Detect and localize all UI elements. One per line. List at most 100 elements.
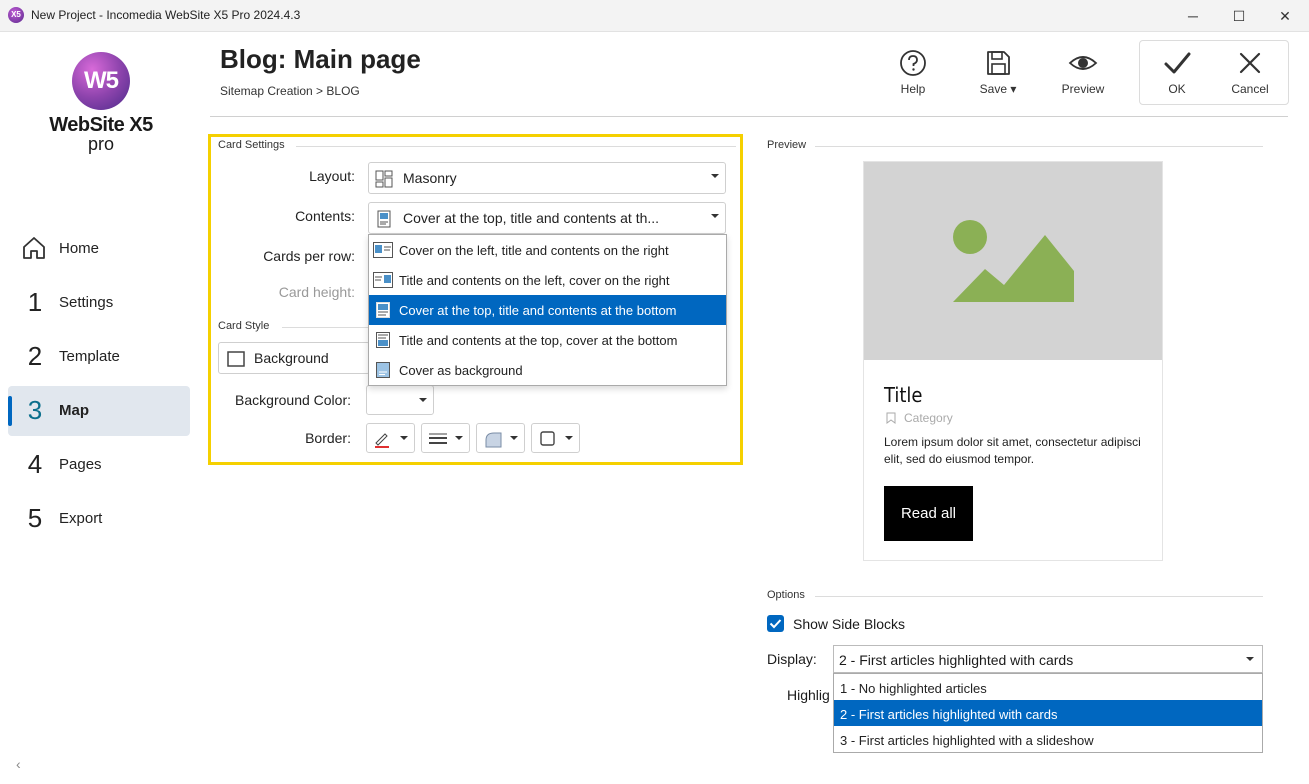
nav-label-template: Template <box>59 348 120 365</box>
card-style-group-label: Card Style <box>218 320 270 332</box>
show-side-blocks-checkbox[interactable] <box>767 615 784 632</box>
nav-item-pages[interactable]: 4 Pages <box>8 440 190 490</box>
preview-label: Preview <box>1061 82 1105 96</box>
pencil-icon <box>375 433 389 448</box>
group-divider <box>815 146 1263 147</box>
chevron-down-icon <box>1246 657 1254 661</box>
nav-label-settings: Settings <box>59 294 114 311</box>
show-side-blocks-label[interactable]: Show Side Blocks <box>793 616 905 632</box>
nav-label-home: Home <box>59 240 100 257</box>
nav-number: 2 <box>27 341 43 371</box>
home-icon <box>23 237 45 259</box>
background-type-select[interactable]: Background <box>218 342 370 374</box>
option-text: Cover on the left, title and contents on… <box>399 243 669 258</box>
rounded-corner-icon <box>485 432 502 448</box>
nav-item-map[interactable]: 3 Map <box>8 386 190 436</box>
contents-option-cover-top[interactable]: Cover at the top, title and contents at … <box>369 295 726 325</box>
chevron-down-icon <box>455 436 463 440</box>
nav-item-export[interactable]: 5 Export <box>8 494 190 544</box>
preview-button[interactable]: Preview <box>1048 42 1118 102</box>
line-width-icon <box>429 433 447 444</box>
contents-value: Cover at the top, title and contents at … <box>403 210 660 226</box>
cover-top-icon <box>376 302 390 318</box>
display-option-2[interactable]: 2 - First articles highlighted with card… <box>834 700 1262 726</box>
card-settings-group-label: Card Settings <box>218 139 285 151</box>
layout-select[interactable]: Masonry <box>368 162 726 194</box>
square-icon <box>540 431 555 446</box>
display-select[interactable]: 2 - First articles highlighted with card… <box>833 645 1263 673</box>
nav-label-map: Map <box>59 402 89 419</box>
help-icon <box>900 50 926 76</box>
app-logo: W5 <box>72 52 130 110</box>
nav-number: 4 <box>27 449 43 479</box>
layout-value: Masonry <box>403 170 457 186</box>
border-width-picker[interactable] <box>421 423 470 453</box>
chevron-down-icon <box>510 436 518 440</box>
cover-left-icon <box>373 242 393 258</box>
active-indicator <box>8 396 12 426</box>
card-height-label: Card height: <box>278 284 355 300</box>
contents-option-cover-background[interactable]: Cover as background <box>369 355 726 385</box>
option-text: Title and contents at the top, cover at … <box>399 333 678 348</box>
border-label: Border: <box>305 430 351 446</box>
eye-icon <box>1068 56 1098 70</box>
app-icon: X5 <box>8 7 24 23</box>
chevron-down-icon <box>711 174 719 178</box>
contents-select[interactable]: Cover at the top, title and contents at … <box>368 202 726 234</box>
ok-label: OK <box>1168 82 1186 96</box>
nav-number: 5 <box>27 503 43 533</box>
display-value: 2 - First articles highlighted with card… <box>839 652 1074 668</box>
nav-number: 3 <box>27 395 43 425</box>
display-option-3[interactable]: 3 - First articles highlighted with a sl… <box>834 726 1262 752</box>
contents-option-cover-bottom[interactable]: Title and contents at the top, cover at … <box>369 325 726 355</box>
display-dropdown-list: 1 - No highlighted articles 2 - First ar… <box>833 673 1263 753</box>
page-title: Blog: Main page <box>220 44 421 74</box>
cards-per-row-label: Cards per row: <box>263 248 355 264</box>
nav-item-home[interactable]: Home <box>8 224 190 274</box>
group-divider <box>282 327 368 328</box>
help-button[interactable]: Help <box>878 42 948 102</box>
contents-option-cover-left[interactable]: Cover on the left, title and contents on… <box>369 235 726 265</box>
bg-color-label: Background Color: <box>235 392 351 408</box>
cover-bottom-icon <box>376 332 390 348</box>
logo-edition: pro <box>87 134 114 154</box>
nav-label-pages: Pages <box>59 456 102 473</box>
breadcrumb[interactable]: Sitemap Creation > BLOG <box>220 84 360 98</box>
cover-top-icon <box>377 210 391 228</box>
contents-option-cover-right[interactable]: Title and contents on the left, cover on… <box>369 265 726 295</box>
minimize-button[interactable]: ─ <box>1170 0 1216 32</box>
card-cover-image <box>864 162 1162 360</box>
cover-background-icon <box>376 362 390 378</box>
ok-button[interactable]: OK <box>1142 42 1212 102</box>
option-text: Cover at the top, title and contents at … <box>399 303 677 318</box>
header-divider <box>210 116 1288 117</box>
help-label: Help <box>900 82 926 96</box>
save-button[interactable]: Save ▾ <box>963 42 1033 102</box>
bookmark-icon <box>886 412 896 424</box>
nav-number: 1 <box>27 287 43 317</box>
cancel-label: Cancel <box>1231 82 1269 96</box>
chevron-down-icon <box>711 214 719 218</box>
cancel-x-icon <box>1239 52 1261 74</box>
close-window-button[interactable]: ✕ <box>1262 0 1308 32</box>
maximize-button[interactable]: ☐ <box>1216 0 1262 32</box>
masonry-icon <box>375 170 393 188</box>
border-color-picker[interactable] <box>366 423 415 453</box>
shadow-picker[interactable] <box>531 423 580 453</box>
cancel-button[interactable]: Cancel <box>1215 42 1285 102</box>
nav-item-settings[interactable]: 1 Settings <box>8 278 190 328</box>
display-option-1[interactable]: 1 - No highlighted articles <box>834 674 1262 700</box>
background-value: Background <box>254 350 329 366</box>
display-label: Display: <box>767 651 817 667</box>
cover-right-icon <box>373 272 393 288</box>
bg-color-picker[interactable] <box>366 385 434 415</box>
save-icon <box>987 51 1010 75</box>
preview-group-label: Preview <box>767 139 807 151</box>
corner-radius-picker[interactable] <box>476 423 525 453</box>
options-group-label: Options <box>767 589 805 601</box>
nav-label-export: Export <box>59 510 103 527</box>
nav-item-template[interactable]: 2 Template <box>8 332 190 382</box>
collapse-sidebar-button[interactable]: ‹ <box>16 756 21 772</box>
chevron-down-icon <box>400 436 408 440</box>
chevron-down-icon <box>565 436 573 440</box>
